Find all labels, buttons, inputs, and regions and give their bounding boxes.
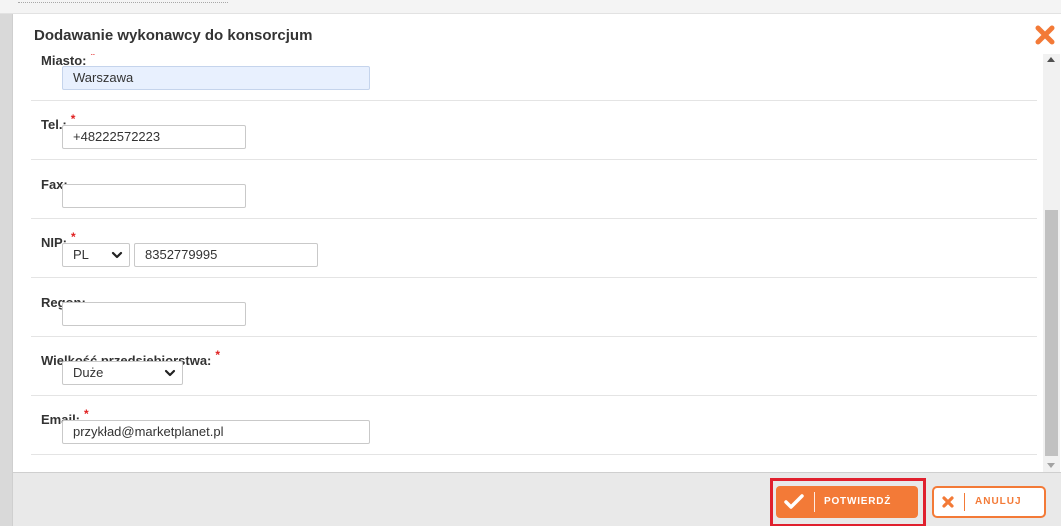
- required-marker: *: [90, 54, 96, 62]
- confirm-label: POTWIERDŹ: [824, 496, 892, 507]
- close-icon: [940, 494, 956, 510]
- scrollbar-thumb[interactable]: [1045, 210, 1058, 456]
- modal-footer: POTWIERDŹ ANULUJ: [13, 472, 1061, 526]
- checkmark-icon: [783, 494, 805, 510]
- confirm-button[interactable]: POTWIERDŹ: [776, 486, 918, 518]
- nip-input[interactable]: 8352779995: [134, 243, 318, 267]
- tel-input[interactable]: +48222572223: [62, 125, 246, 149]
- close-icon[interactable]: [1034, 24, 1056, 46]
- required-marker: *: [215, 348, 221, 362]
- backdrop-decoration: [18, 2, 228, 8]
- field-tel: Tel.: * +48222572223: [31, 101, 1037, 160]
- nip-country-value: PL: [73, 247, 89, 262]
- required-marker: *: [84, 407, 89, 421]
- consortium-modal: Dodawanie wykonawcy do konsorcjum Miasto…: [12, 14, 1061, 526]
- button-separator: [964, 493, 965, 511]
- field-email: Email: * przykład@marketplanet.pl: [31, 396, 1037, 455]
- button-separator: [814, 492, 815, 512]
- field-wielkosc: Wielkość przedsiębiorstwa:* Duże: [31, 337, 1037, 396]
- modal-header: Dodawanie wykonawcy do konsorcjum: [13, 14, 1061, 54]
- field-nip: NIP: * PL 8352779995: [31, 219, 1037, 278]
- vertical-scrollbar[interactable]: [1043, 54, 1060, 472]
- form-content: Miasto: * Warszawa Tel.: * +48222572223 Fa…: [31, 54, 1037, 455]
- form-scroll-area[interactable]: Miasto: * Warszawa Tel.: * +48222572223 Fa…: [13, 54, 1061, 472]
- backdrop-overlay: [0, 14, 12, 526]
- field-miasto: Miasto: * Warszawa: [31, 54, 1037, 101]
- modal-title: Dodawanie wykonawcy do konsorcjum: [34, 27, 313, 44]
- scroll-up-arrow-icon[interactable]: [1047, 57, 1055, 62]
- required-marker: *: [71, 230, 76, 244]
- cancel-button[interactable]: ANULUJ: [932, 486, 1046, 518]
- chevron-down-icon: [164, 369, 176, 377]
- wielkosc-select[interactable]: Duże: [62, 361, 183, 385]
- nip-country-select[interactable]: PL: [62, 243, 130, 267]
- wielkosc-value: Duże: [73, 365, 104, 380]
- regon-input[interactable]: [62, 302, 246, 326]
- cancel-label: ANULUJ: [975, 496, 1022, 507]
- email-input[interactable]: przykład@marketplanet.pl: [62, 420, 370, 444]
- field-fax: Fax:: [31, 160, 1037, 219]
- miasto-input[interactable]: Warszawa: [62, 66, 370, 90]
- chevron-down-icon: [111, 251, 123, 259]
- fax-input[interactable]: [62, 184, 246, 208]
- field-regon: Regon:: [31, 278, 1037, 337]
- required-marker: *: [70, 112, 76, 126]
- scroll-down-arrow-icon[interactable]: [1047, 463, 1055, 468]
